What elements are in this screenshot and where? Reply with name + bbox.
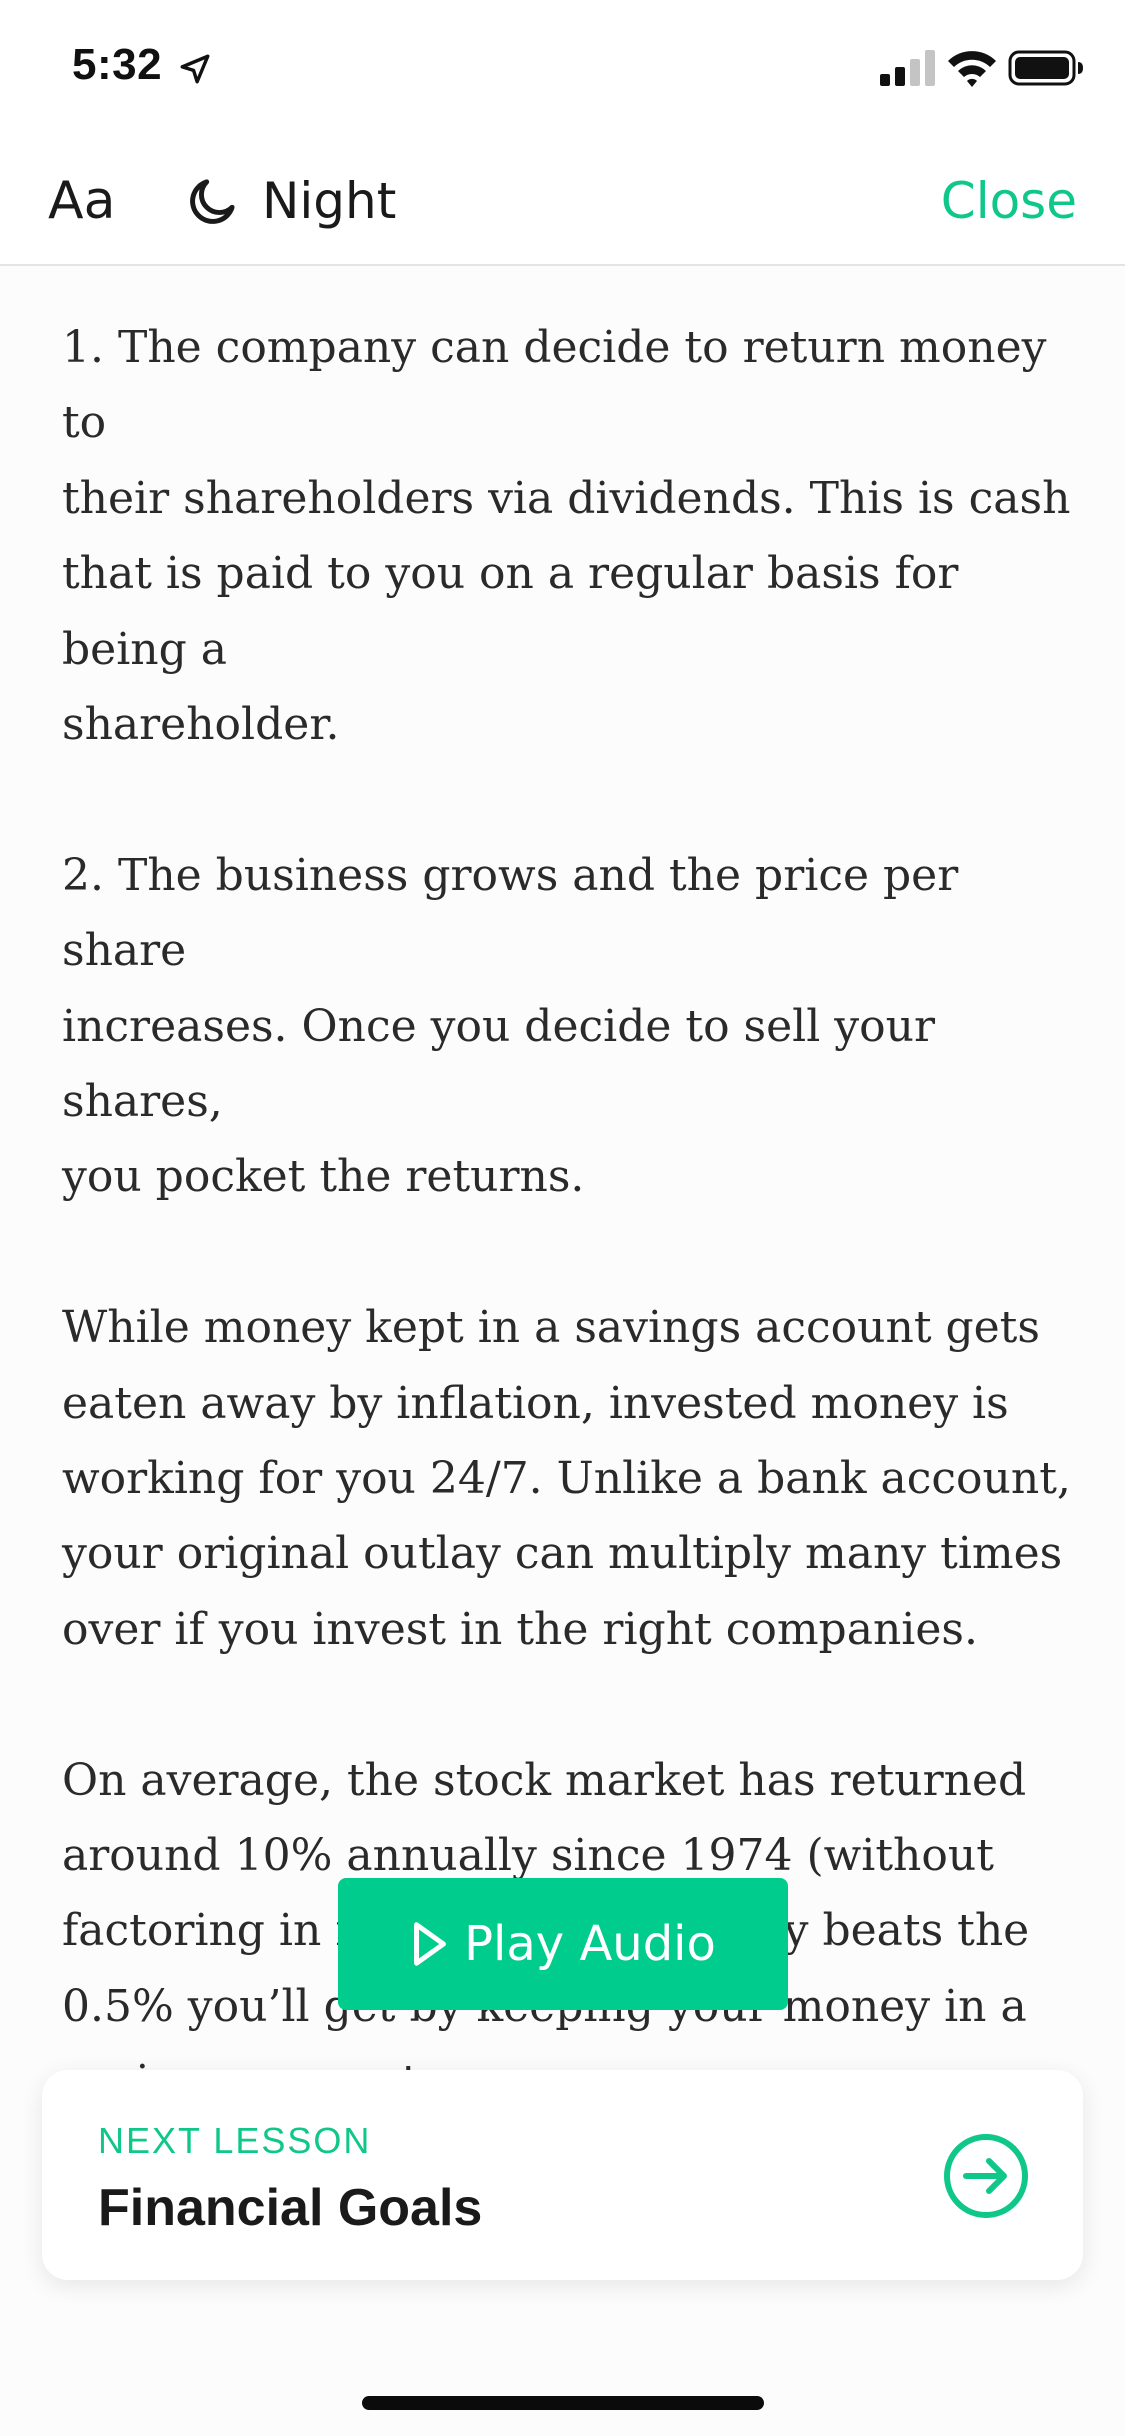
- play-audio-button[interactable]: Play Audio: [338, 1878, 788, 2010]
- location-arrow-icon: [180, 54, 210, 84]
- next-lesson-eyebrow: NEXT LESSON: [98, 2120, 372, 2161]
- next-lesson-title: Financial Goals: [98, 2179, 483, 2237]
- status-bar: 5:32: [0, 0, 1125, 140]
- arrow-right-circle-icon[interactable]: [942, 2132, 1030, 2220]
- status-time: 5:32: [72, 40, 163, 89]
- wifi-icon: [948, 51, 996, 87]
- lesson-article: 1. The company can decide to return mone…: [62, 310, 1072, 2120]
- moon-icon: [190, 179, 235, 224]
- article-paragraph: 1. The company can decide to return mone…: [62, 322, 1071, 751]
- font-size-button[interactable]: Aa: [48, 166, 115, 236]
- article-paragraph: While money kept in a savings account ge…: [62, 1302, 1071, 1655]
- play-icon: [414, 1922, 447, 1966]
- battery-icon: [1008, 50, 1083, 86]
- night-mode-button[interactable]: Night: [186, 166, 396, 236]
- home-indicator[interactable]: [362, 2396, 764, 2410]
- article-paragraph: 2. The business grows and the price per …: [62, 849, 959, 1203]
- next-lesson-card[interactable]: NEXT LESSON Financial Goals: [42, 2070, 1083, 2280]
- reader-toolbar: Aa Night Close: [0, 140, 1125, 266]
- cellular-signal-icon: [880, 50, 935, 86]
- play-audio-label: Play Audio: [464, 1916, 716, 1972]
- night-mode-label: Night: [262, 172, 397, 230]
- close-button[interactable]: Close: [941, 166, 1077, 236]
